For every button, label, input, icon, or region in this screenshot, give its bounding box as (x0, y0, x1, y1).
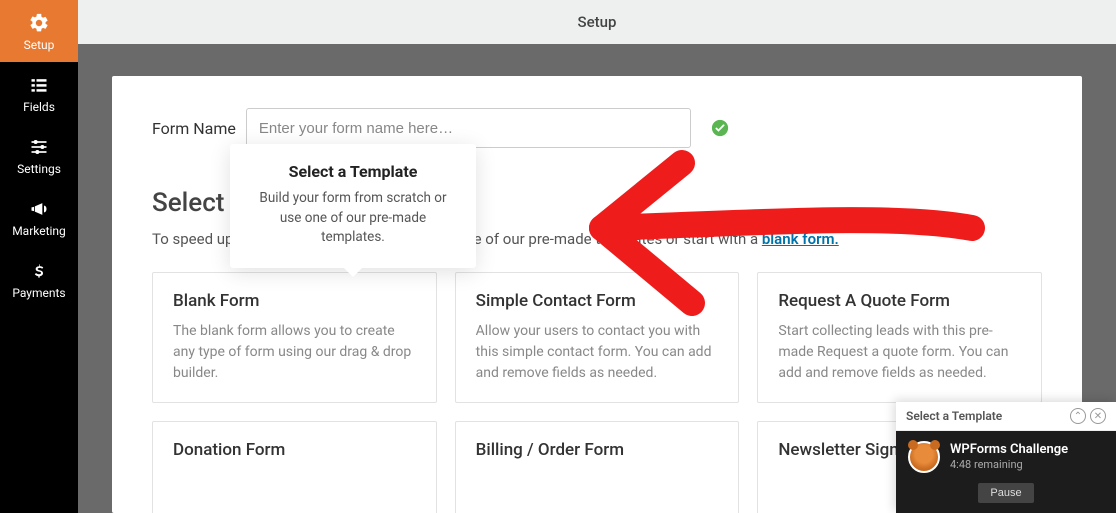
onboarding-tooltip: Select a Template Build your form from s… (230, 144, 476, 268)
template-title: Simple Contact Form (476, 291, 719, 311)
template-title: Request A Quote Form (778, 291, 1021, 311)
template-card-quote[interactable]: Request A Quote Form Start collecting le… (757, 272, 1042, 403)
tooltip-body: Build your form from scratch or use one … (250, 189, 456, 248)
sidebar-label: Setup (24, 38, 55, 52)
template-title: Donation Form (173, 440, 416, 460)
topbar: Setup (78, 0, 1116, 44)
dollar-icon (25, 260, 53, 282)
builder-sidebar: Setup Fields Settings Marketing Payments (0, 0, 78, 513)
template-desc: The blank form allows you to create any … (173, 321, 416, 384)
collapse-icon[interactable]: ⌃ (1070, 408, 1086, 424)
template-card-blank[interactable]: Blank Form The blank form allows you to … (152, 272, 437, 403)
challenge-widget: Select a Template ⌃ ✕ WPForms Challenge … (896, 402, 1116, 513)
sidebar-item-fields[interactable]: Fields (0, 62, 78, 124)
sidebar-label: Settings (17, 162, 61, 176)
sliders-icon (25, 136, 53, 158)
sidebar-label: Fields (23, 100, 55, 114)
sidebar-item-marketing[interactable]: Marketing (0, 186, 78, 248)
mascot-icon (908, 441, 940, 473)
template-card-donation[interactable]: Donation Form (152, 421, 437, 513)
template-desc: Allow your users to contact you with thi… (476, 321, 719, 384)
gear-icon (25, 12, 53, 34)
sidebar-label: Payments (12, 286, 65, 300)
form-name-row: Form Name (152, 108, 1042, 148)
template-desc: Start collecting leads with this pre-mad… (778, 321, 1021, 384)
bullhorn-icon (25, 198, 53, 220)
list-icon (25, 74, 53, 96)
template-title: Blank Form (173, 291, 416, 311)
challenge-remaining: 4:48 remaining (950, 458, 1023, 471)
template-title: Billing / Order Form (476, 440, 719, 460)
form-name-label: Form Name (152, 119, 236, 138)
template-card-billing[interactable]: Billing / Order Form (455, 421, 740, 513)
check-icon (711, 119, 729, 137)
blank-form-link[interactable]: blank form. (762, 230, 839, 248)
challenge-title: WPForms Challenge (950, 442, 1068, 457)
challenge-step-label: Select a Template (906, 409, 1002, 423)
sidebar-item-payments[interactable]: Payments (0, 248, 78, 310)
sidebar-label: Marketing (12, 224, 66, 238)
sidebar-item-settings[interactable]: Settings (0, 124, 78, 186)
sidebar-item-setup[interactable]: Setup (0, 0, 78, 62)
page-title: Setup (578, 13, 617, 31)
close-icon[interactable]: ✕ (1090, 408, 1106, 424)
form-name-input[interactable] (246, 108, 691, 148)
tooltip-title: Select a Template (250, 162, 456, 181)
pause-button[interactable]: Pause (978, 483, 1033, 503)
challenge-header: Select a Template ⌃ ✕ (896, 402, 1116, 431)
template-card-contact[interactable]: Simple Contact Form Allow your users to … (455, 272, 740, 403)
